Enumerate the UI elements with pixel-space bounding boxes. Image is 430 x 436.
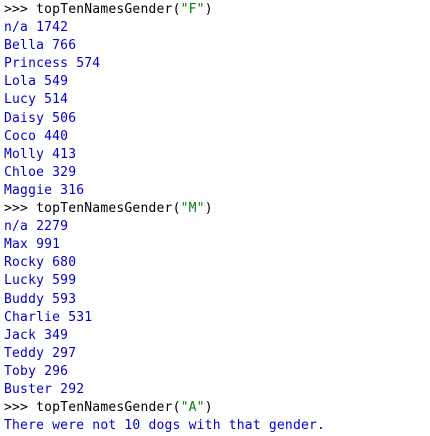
- output-line: Lola 549: [4, 74, 69, 90]
- function-call: topTenNamesGender(: [36, 2, 181, 17]
- output-line: Maggie 316: [4, 182, 85, 198]
- output-line: Lucy 514: [4, 92, 69, 108]
- output-line: n/a 1742: [4, 20, 69, 36]
- string-argument: "F": [180, 2, 205, 17]
- output-line: Molly 413: [4, 146, 77, 162]
- function-call-close: ): [204, 201, 213, 217]
- function-call-close: ): [204, 2, 213, 17]
- shell-prompt-line: >>> topTenNamesGender("M"): [4, 200, 430, 218]
- prompt-marker: >>>: [4, 400, 37, 416]
- output-line: Toby 296: [4, 363, 69, 379]
- string-argument: "A": [180, 400, 205, 416]
- output-line: Lucky 599: [4, 273, 77, 289]
- output-line: Rocky 680: [4, 255, 77, 271]
- output-line: Jack 349: [4, 327, 69, 343]
- output-line: Chloe 329: [4, 164, 77, 180]
- string-argument: "M": [180, 201, 205, 217]
- prompt-marker: >>>: [4, 2, 37, 17]
- output-line: Charlie 531: [4, 309, 93, 325]
- output-line: Teddy 297: [4, 345, 77, 361]
- output-line: Princess 574: [4, 56, 101, 72]
- function-call-close: ): [204, 400, 213, 416]
- shell-prompt-line: >>> topTenNamesGender("F"): [4, 1, 430, 19]
- function-call: topTenNamesGender(: [36, 400, 181, 416]
- output-line: Buddy 593: [4, 291, 77, 307]
- output-line: Buster 292: [4, 381, 85, 397]
- prompt-marker: >>>: [4, 201, 37, 217]
- output-line: Coco 440: [4, 128, 69, 144]
- message-line: There were not 10 dogs with that gender.: [4, 418, 326, 434]
- output-line: Bella 766: [4, 38, 77, 54]
- output-line: Max 991: [4, 237, 61, 253]
- output-line: n/a 2279: [4, 219, 69, 235]
- output-line: Daisy 506: [4, 110, 77, 126]
- python-shell-output[interactable]: >>> topTenNamesGender("F") n/a 1742 Bell…: [0, 0, 430, 436]
- function-call: topTenNamesGender(: [36, 201, 181, 217]
- shell-prompt-line: >>> topTenNamesGender("A"): [4, 399, 430, 417]
